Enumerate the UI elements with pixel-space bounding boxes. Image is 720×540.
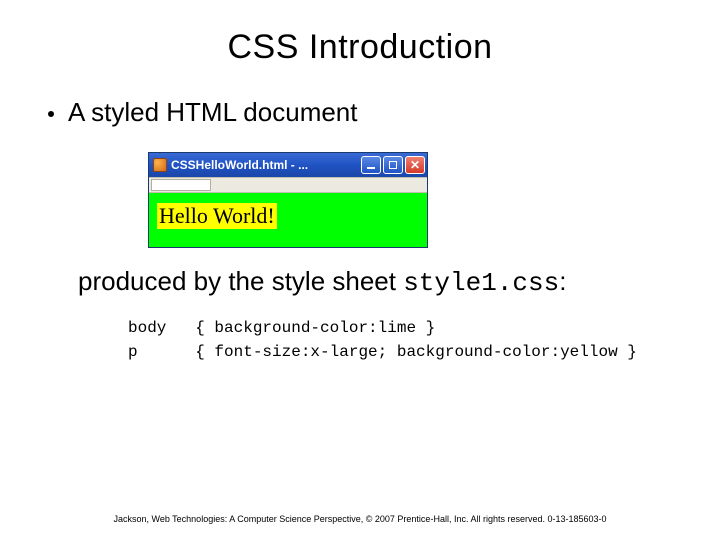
browser-screenshot: CSSHelloWorld.html - ... ✕ Hello World! (148, 152, 672, 248)
slide-title: CSS Introduction (48, 28, 672, 67)
close-icon: ✕ (410, 159, 420, 171)
maximize-icon (389, 161, 397, 169)
code-line-2: p { font-size:x-large; background-color:… (128, 343, 637, 361)
bullet-dot-icon (48, 111, 54, 117)
close-button[interactable]: ✕ (405, 156, 425, 174)
bullet-item: A styled HTML document (48, 97, 672, 128)
window-titlebar: CSSHelloWorld.html - ... ✕ (149, 153, 427, 177)
minimize-button[interactable] (361, 156, 381, 174)
slide-footer: Jackson, Web Technologies: A Computer Sc… (0, 514, 720, 524)
produced-caption: produced by the style sheet style1.css: (78, 266, 672, 298)
browser-window: CSSHelloWorld.html - ... ✕ Hello World! (148, 152, 428, 248)
stylesheet-filename: style1.css (403, 268, 559, 298)
browser-toolbar (149, 177, 427, 193)
code-line-1: body { background-color:lime } (128, 319, 435, 337)
page-body: Hello World! (149, 193, 427, 247)
hello-paragraph: Hello World! (157, 203, 277, 229)
slide: CSS Introduction A styled HTML document … (0, 0, 720, 540)
minimize-icon (367, 167, 375, 169)
maximize-button[interactable] (383, 156, 403, 174)
css-code-block: body { background-color:lime } p { font-… (128, 316, 672, 364)
produced-suffix: : (559, 266, 566, 296)
window-title-text: CSSHelloWorld.html - ... (171, 158, 361, 172)
app-icon (153, 158, 167, 172)
bullet-text: A styled HTML document (68, 97, 358, 128)
address-field[interactable] (151, 179, 211, 191)
produced-prefix: produced by the style sheet (78, 266, 403, 296)
window-controls: ✕ (361, 156, 425, 174)
